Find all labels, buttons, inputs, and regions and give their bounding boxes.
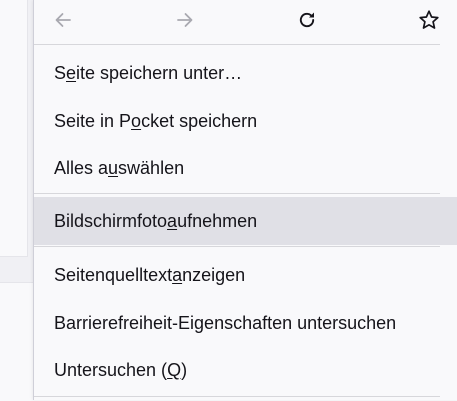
menu-item-label: Seitenquelltext	[54, 264, 173, 285]
menu-item-label: )	[181, 359, 188, 380]
menu-item-label: cket speichern	[141, 110, 258, 131]
menu-item-take-screenshot[interactable]: Bildschirmfoto a ufnehmen	[34, 197, 457, 245]
menu-item-label: Barrierefreiheit-Eigenschaften untersuch…	[54, 312, 397, 333]
separator	[34, 44, 440, 45]
arrow-right-icon	[177, 13, 193, 27]
access-key: u	[108, 157, 119, 178]
menu-item-label: Untersuchen (	[54, 359, 168, 380]
menu-item-label: Alles a	[54, 157, 109, 178]
menu-item-label: swählen	[118, 157, 185, 178]
menu-item-save-page-as[interactable]: Se ite speichern unter…	[34, 49, 457, 97]
access-key: e	[66, 62, 77, 83]
access-key: a	[167, 210, 178, 231]
separator	[34, 193, 440, 194]
menu-item-save-to-pocket[interactable]: Seite in Po cket speichern	[34, 97, 457, 145]
menu-item-label: Bildschirmfoto	[54, 210, 168, 231]
access-key: o	[131, 110, 142, 131]
forward-button[interactable]	[168, 4, 202, 36]
access-key: Q	[167, 359, 182, 380]
menu-item-label: Seite in P	[54, 110, 132, 131]
reload-button[interactable]	[290, 4, 324, 36]
menu-item-label: S	[54, 62, 67, 83]
menu-item-inspect-accessibility[interactable]: Barrierefreiheit-Eigenschaften untersuch…	[34, 299, 457, 347]
access-key: a	[172, 264, 183, 285]
navigation-row	[34, 0, 457, 42]
menu-item-label: ite speichern unter…	[76, 62, 243, 83]
star-icon	[419, 10, 439, 29]
context-menu: Se ite speichern unter… Seite in Po cket s…	[33, 0, 457, 400]
page-content-lower	[0, 282, 33, 401]
page-content-card	[0, 0, 28, 257]
separator	[34, 246, 440, 247]
reload-icon	[299, 12, 315, 28]
arrow-left-icon	[55, 13, 71, 27]
menu-item-label: ufnehmen	[177, 210, 258, 231]
menu-item-inspect[interactable]: Untersuchen (Q)	[34, 346, 457, 394]
menu-item-select-all[interactable]: Alles a u swählen	[34, 144, 457, 192]
menu-item-view-source[interactable]: Seitenquelltext a nzeigen	[34, 251, 457, 299]
menu-item-label: nzeigen	[182, 264, 246, 285]
separator	[34, 396, 440, 397]
bookmark-button[interactable]	[412, 4, 446, 36]
back-button[interactable]	[46, 4, 80, 36]
